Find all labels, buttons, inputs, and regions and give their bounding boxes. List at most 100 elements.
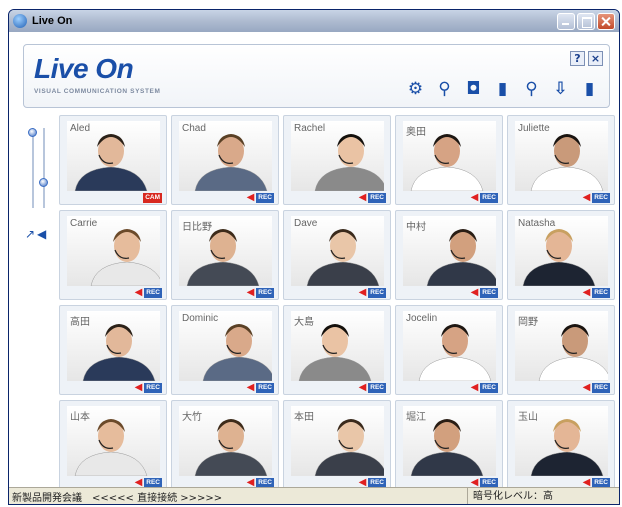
- participant-tile[interactable]: 大島 ◀ REC: [283, 305, 391, 395]
- participant-tile[interactable]: Jocelin ◀ REC: [395, 305, 503, 395]
- participant-tile[interactable]: 玉山 ◀ REC: [507, 400, 615, 490]
- speaker-icon[interactable]: ◀: [583, 383, 591, 393]
- speaker-icon[interactable]: ◀: [471, 383, 479, 393]
- minimize-button[interactable]: [557, 12, 575, 30]
- cam-badge[interactable]: CAM: [143, 193, 162, 203]
- speaker-icon[interactable]: ◀: [135, 288, 143, 298]
- zoom-icon[interactable]: ⚲: [520, 78, 543, 101]
- settings-icon[interactable]: ⚙: [404, 78, 427, 101]
- participant-video: Aled: [67, 121, 160, 191]
- window-controls: [557, 12, 615, 30]
- rec-badge[interactable]: REC: [480, 383, 498, 393]
- rec-badge[interactable]: REC: [256, 288, 274, 298]
- level-icon[interactable]: ▮: [578, 78, 601, 101]
- participant-tile[interactable]: 日比野 ◀ REC: [171, 210, 279, 300]
- transfer-icon[interactable]: ⇩: [549, 78, 572, 101]
- speaker-icon[interactable]: ◀: [37, 227, 46, 241]
- rec-badge[interactable]: REC: [592, 383, 610, 393]
- help-buttons: ? ×: [570, 51, 603, 66]
- rec-badge[interactable]: REC: [480, 288, 498, 298]
- mic-icon[interactable]: ↗: [25, 227, 35, 241]
- speaker-icon[interactable]: ◀: [247, 288, 255, 298]
- rec-badge[interactable]: REC: [592, 288, 610, 298]
- speaker-icon[interactable]: ◀: [583, 193, 591, 203]
- participant-name: 奥田: [406, 127, 426, 138]
- bookmark-icon[interactable]: ◘: [462, 78, 485, 101]
- participant-name: Juliette: [518, 123, 550, 134]
- speaker-icon[interactable]: ◀: [359, 288, 367, 298]
- participant-tile[interactable]: 堀江 ◀ REC: [395, 400, 503, 490]
- speaker-icon[interactable]: ◀: [471, 193, 479, 203]
- mic-volume-knob[interactable]: [28, 128, 37, 137]
- participant-name: Rachel: [294, 123, 326, 134]
- participant-tile[interactable]: 高田 ◀ REC: [59, 305, 167, 395]
- participant-name: 本田: [294, 412, 314, 423]
- participant-tile[interactable]: Carrie ◀ REC: [59, 210, 167, 300]
- rec-badge[interactable]: REC: [368, 193, 386, 203]
- participant-video: 大島: [291, 311, 384, 381]
- rec-badge[interactable]: REC: [368, 288, 386, 298]
- participant-tile[interactable]: 大竹 ◀ REC: [171, 400, 279, 490]
- participant-tile[interactable]: 奥田 ◀ REC: [395, 115, 503, 205]
- participant-tile[interactable]: Dominic ◀ REC: [171, 305, 279, 395]
- participant-grid: Aled CAM Chad ◀ REC Rachel ◀ REC 奥田 ◀ REC Juliette ◀…: [59, 115, 615, 490]
- mic-volume-track[interactable]: [32, 128, 34, 208]
- participant-video: 岡野: [515, 311, 608, 381]
- participant-tile[interactable]: Chad ◀ REC: [171, 115, 279, 205]
- speaker-icon[interactable]: ◀: [583, 288, 591, 298]
- search-icon[interactable]: ⚲: [433, 78, 456, 101]
- speaker-icon[interactable]: ◀: [247, 193, 255, 203]
- participant-name: 中村: [406, 222, 426, 233]
- speaker-icon[interactable]: ◀: [247, 383, 255, 393]
- participant-video: Carrie: [67, 216, 160, 286]
- rec-badge[interactable]: REC: [256, 383, 274, 393]
- speaker-volume-knob[interactable]: [39, 178, 48, 187]
- participant-tile[interactable]: 岡野 ◀ REC: [507, 305, 615, 395]
- participant-indicators: ◀ REC: [471, 193, 498, 203]
- rec-badge[interactable]: REC: [256, 193, 274, 203]
- rec-badge[interactable]: REC: [592, 193, 610, 203]
- participant-video: 中村: [403, 216, 496, 286]
- status-session: 新製品開発会議 <<<<< 直接接続 >>>>>: [12, 492, 223, 504]
- participant-name: Natasha: [518, 218, 556, 229]
- close-window-button[interactable]: [597, 12, 615, 30]
- participant-indicators: ◀ REC: [247, 383, 274, 393]
- participant-indicators: ◀ REC: [583, 383, 610, 393]
- participant-tile[interactable]: Juliette ◀ REC: [507, 115, 615, 205]
- app-window: Live On Live On VISUAL COMMUNICATION SYS…: [8, 9, 620, 505]
- participant-indicators: ◀ REC: [359, 193, 386, 203]
- title-bar[interactable]: Live On: [9, 10, 619, 32]
- participant-video: 高田: [67, 311, 160, 381]
- participant-tile[interactable]: Rachel ◀ REC: [283, 115, 391, 205]
- participant-indicators: ◀ REC: [471, 288, 498, 298]
- participant-tile[interactable]: 山本 ◀ REC: [59, 400, 167, 490]
- participant-indicators: ◀ REC: [247, 288, 274, 298]
- rec-badge[interactable]: REC: [144, 383, 162, 393]
- maximize-button[interactable]: [577, 12, 595, 30]
- participant-tile[interactable]: Aled CAM: [59, 115, 167, 205]
- toolbar: ⚙ ⚲ ◘ ▮ ⚲ ⇩ ▮: [404, 78, 601, 101]
- participant-indicators: ◀ REC: [135, 383, 162, 393]
- speaker-icon[interactable]: ◀: [471, 288, 479, 298]
- participant-indicators: ◀ REC: [359, 383, 386, 393]
- rec-badge[interactable]: REC: [144, 288, 162, 298]
- participant-name: 大竹: [182, 412, 202, 423]
- help-button[interactable]: ?: [570, 51, 585, 66]
- speaker-icon[interactable]: ◀: [135, 383, 143, 393]
- bar-meter-icon[interactable]: ▮: [491, 78, 514, 101]
- participant-name: Dominic: [182, 313, 219, 324]
- speaker-icon[interactable]: ◀: [359, 193, 367, 203]
- close-panel-button[interactable]: ×: [588, 51, 603, 66]
- speaker-volume-track[interactable]: [43, 128, 45, 208]
- participant-tile[interactable]: Natasha ◀ REC: [507, 210, 615, 300]
- speaker-icon[interactable]: ◀: [359, 383, 367, 393]
- participant-name: 山本: [70, 412, 90, 423]
- participant-video: Jocelin: [403, 311, 496, 381]
- rec-badge[interactable]: REC: [480, 193, 498, 203]
- window-title: Live On: [32, 15, 73, 27]
- participant-video: 本田: [291, 406, 384, 476]
- rec-badge[interactable]: REC: [368, 383, 386, 393]
- participant-tile[interactable]: 中村 ◀ REC: [395, 210, 503, 300]
- participant-tile[interactable]: Dave ◀ REC: [283, 210, 391, 300]
- participant-tile[interactable]: 本田 ◀ REC: [283, 400, 391, 490]
